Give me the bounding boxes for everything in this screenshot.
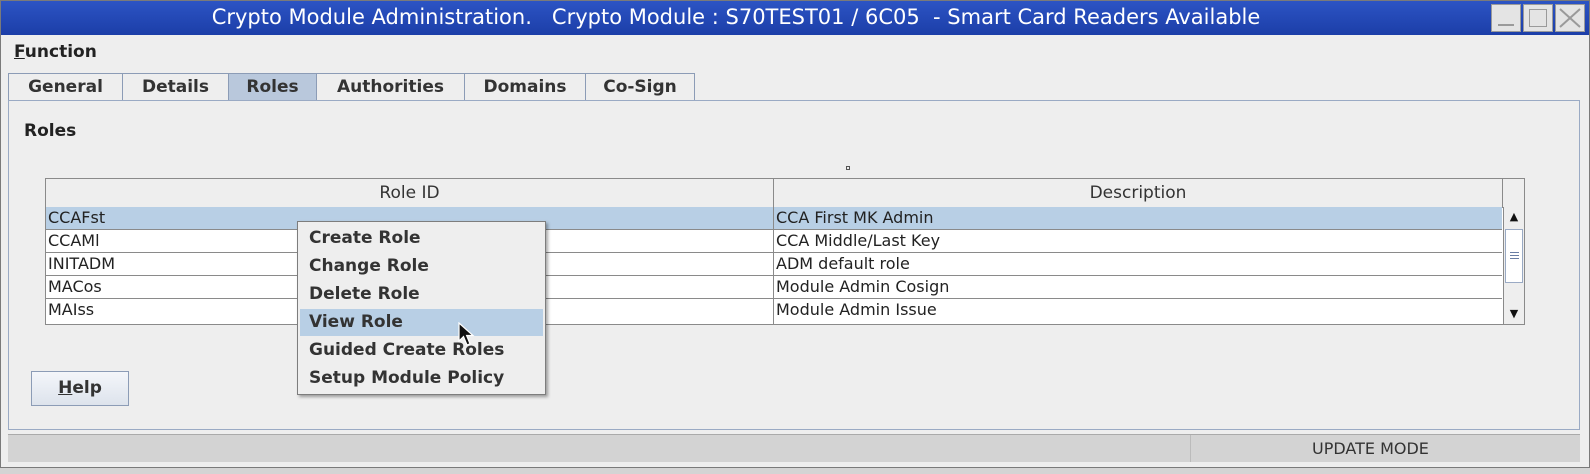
status-separator [1190,435,1191,462]
cell-description: Module Admin Issue [776,300,937,319]
table-row[interactable]: CCAFst CCA First MK Admin [46,207,1502,230]
menu-item-guided-create-roles[interactable]: Guided Create Roles [300,337,543,364]
grip-line [1510,258,1519,259]
scroll-thumb[interactable] [1505,229,1523,283]
tab-general[interactable]: General [8,73,123,101]
scroll-down-arrow-icon[interactable]: ▼ [1504,304,1524,324]
mouse-pointer-icon [458,322,475,346]
minimize-icon [1498,24,1514,26]
tab-details[interactable]: Details [122,73,229,101]
minimize-button[interactable] [1491,4,1521,32]
status-mode: UPDATE MODE [1312,439,1429,458]
table-row[interactable]: CCAMl CCA Middle/Last Key [46,230,1502,253]
menu-function-label: unction [24,42,97,62]
cell-description: CCA First MK Admin [776,208,934,227]
help-label: elp [72,378,102,398]
title-bar[interactable]: Crypto Module Administration. Crypto Mod… [1,1,1589,35]
tab-domains[interactable]: Domains [464,73,586,101]
close-icon [1559,8,1581,28]
grip-line [1510,255,1519,256]
menu-item-delete-role[interactable]: Delete Role [300,281,543,308]
table-row[interactable]: INITADM ADM default role [46,253,1502,276]
column-header-role-id[interactable]: Role ID [46,179,774,207]
table-scrollbar[interactable]: ▲ ▼ [1503,207,1524,324]
menu-item-create-role[interactable]: Create Role [300,225,543,252]
help-mnemonic: H [58,378,73,398]
menu-function[interactable]: Function [14,42,97,62]
table-row[interactable]: MACos Module Admin Cosign [46,276,1502,299]
menu-item-setup-module-policy[interactable]: Setup Module Policy [300,365,543,392]
window-title: Crypto Module Administration. Crypto Mod… [211,5,1261,29]
tab-co-sign[interactable]: Co-Sign [585,73,695,101]
menu-item-view-role[interactable]: View Role [300,309,543,336]
context-menu: Create Role Change Role Delete Role View… [297,221,546,395]
maximize-icon [1529,9,1547,27]
table-header: Role ID Description [46,179,1524,208]
cell-description: CCA Middle/Last Key [776,231,941,250]
maximize-button[interactable] [1523,4,1553,32]
tab-roles[interactable]: Roles [228,73,317,101]
help-button[interactable]: Help [31,371,129,406]
cell-description: Module Admin Cosign [776,277,950,296]
main-window: Crypto Module Administration. Crypto Mod… [0,0,1590,468]
menu-function-mnemonic: F [14,42,25,62]
section-title: Roles [24,121,77,141]
small-dot [846,166,850,170]
grip-line [1510,252,1519,253]
menu-bar: Function [1,37,1589,65]
cell-description: ADM default role [776,254,910,273]
roles-table: Role ID Description CCAFst CCA First MK … [45,178,1525,325]
table-row[interactable]: MAIss Module Admin Issue [46,299,1502,322]
menu-item-change-role[interactable]: Change Role [300,253,543,280]
status-bar: UPDATE MODE [8,434,1580,462]
scroll-up-arrow-icon[interactable]: ▲ [1504,207,1524,227]
tab-authorities[interactable]: Authorities [316,73,465,101]
roles-panel: Roles Role ID Description CCAFst CCA Fir… [8,100,1580,430]
close-button[interactable] [1555,4,1585,32]
column-divider [773,207,774,324]
column-header-description[interactable]: Description [774,179,1503,207]
